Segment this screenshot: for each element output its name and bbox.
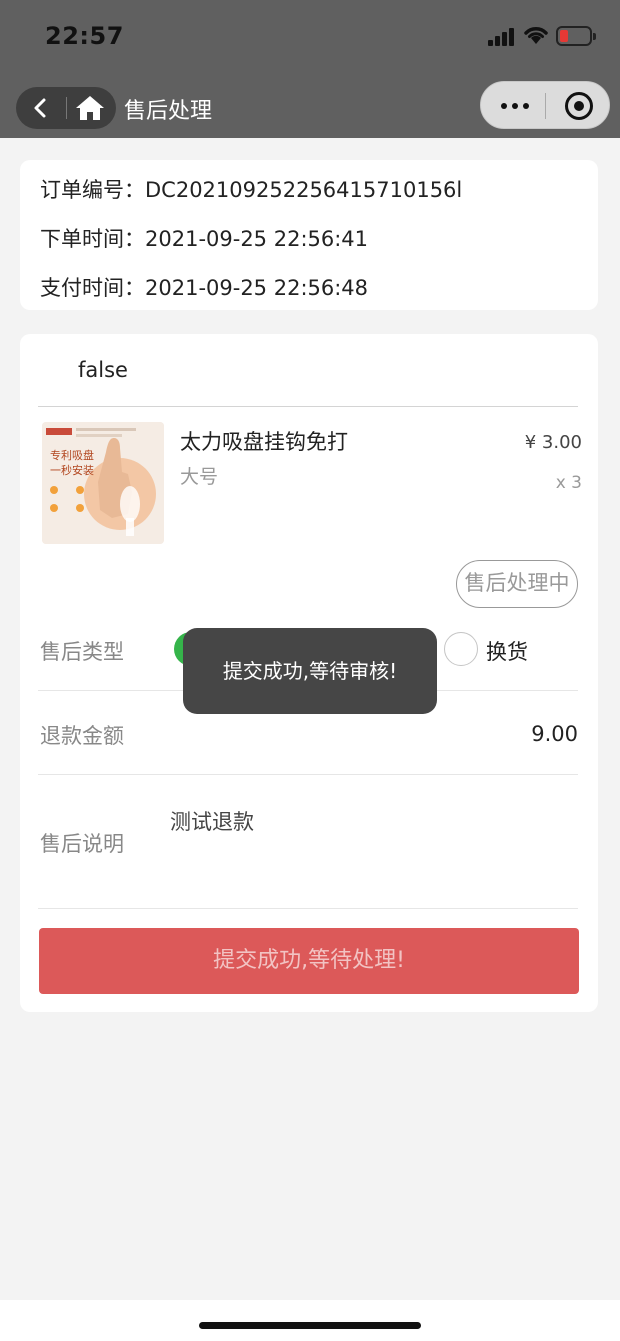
order-number: 订单编号：DC202109252256415710156l (40, 178, 463, 202)
wifi-icon (524, 27, 548, 44)
bottom-safe-area (0, 1300, 620, 1341)
refund-amount-value: 9.00 (531, 722, 578, 746)
pay-time: 支付时间：2021-09-25 22:56:48 (40, 276, 369, 300)
target-icon[interactable] (565, 92, 593, 120)
status-badge: 售后处理中 (456, 560, 578, 608)
signal-icon (488, 26, 520, 46)
product-photo: 专利吸盘 一秒安装 (42, 422, 164, 544)
product-image-text-2: 一秒安装 (50, 463, 94, 477)
battery-icon (556, 26, 596, 46)
app-header: 22:57 售后处理 (0, 0, 620, 138)
product-price: ¥ 3.00 (524, 432, 582, 453)
page-title: 售后处理 (124, 99, 213, 124)
refund-amount-label: 退款金额 (40, 724, 124, 748)
divider (38, 908, 578, 909)
remark-label: 售后说明 (40, 832, 124, 856)
status-time: 22:57 (45, 22, 124, 50)
product-image-text-1: 专利吸盘 (50, 448, 94, 462)
product-name[interactable]: 太力吸盘挂钩免打 (180, 426, 348, 456)
product-quantity: x 3 (555, 473, 582, 493)
order-time: 下单时间：2021-09-25 22:56:41 (40, 227, 369, 251)
exchange-radio-label[interactable]: 换货 (486, 636, 528, 666)
order-info-card: 订单编号：DC202109252256415710156l 下单时间：2021-… (20, 160, 598, 310)
submit-button[interactable]: 提交成功,等待处理! (39, 928, 579, 994)
mini-program-capsule (480, 81, 610, 129)
exchange-radio[interactable] (444, 632, 478, 666)
after-sale-type-label: 售后类型 (40, 640, 124, 664)
toast-message: 提交成功,等待审核! (183, 628, 437, 714)
shop-name: false (78, 358, 128, 382)
capsule-divider (545, 93, 546, 119)
product-image: 专利吸盘 一秒安装 (42, 422, 164, 544)
nav-divider (66, 97, 67, 119)
more-dots-icon[interactable] (501, 103, 531, 109)
back-arrow-icon[interactable] (30, 97, 52, 119)
divider (38, 774, 578, 775)
divider (38, 406, 578, 407)
remark-textarea[interactable]: 测试退款 (170, 806, 254, 836)
product-spec: 大号 (180, 466, 219, 488)
home-icon[interactable] (74, 94, 106, 122)
home-indicator[interactable] (199, 1322, 421, 1329)
nav-pill (16, 87, 116, 129)
